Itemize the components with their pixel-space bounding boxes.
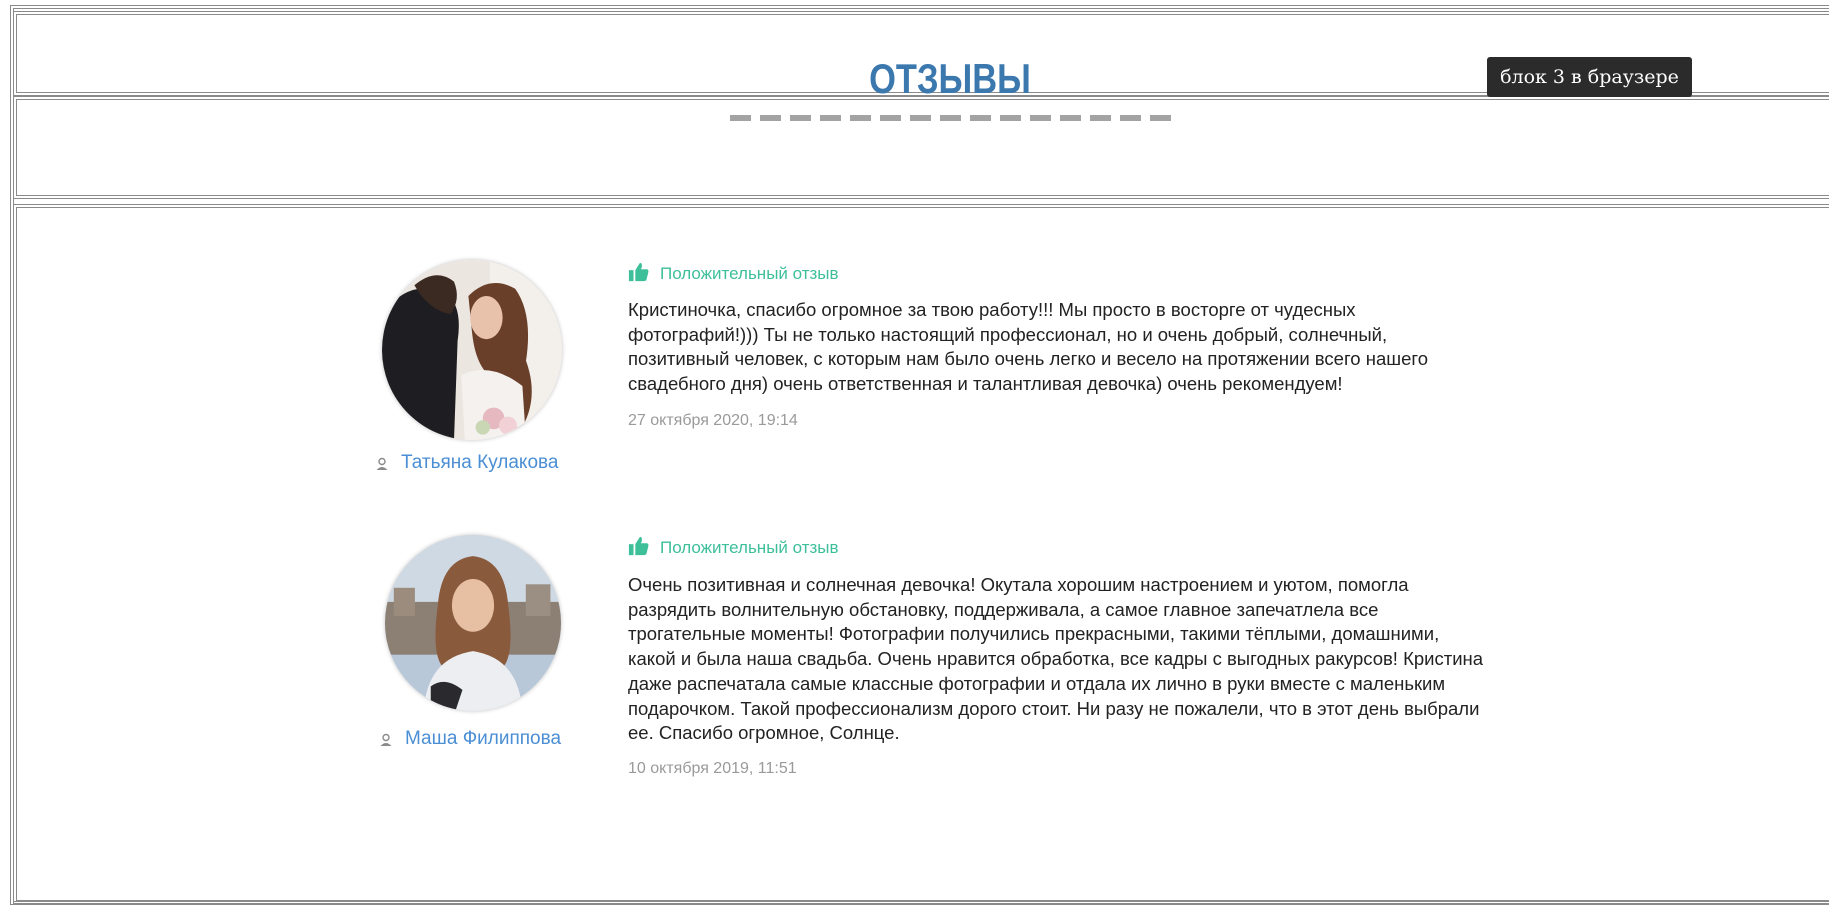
review-text: Очень позитивная и солнечная девочка! Ок… [628,574,1484,744]
review-date: 27 октября 2020, 19:14 [628,412,798,429]
review-date: 10 октября 2019, 11:51 [628,760,797,777]
rating-badge: Положительный отзыв [628,535,839,559]
author-name[interactable]: Маша Филиппова [379,728,561,750]
rating-badge: Положительный отзыв [628,261,839,285]
user-icon [376,457,388,470]
user-icon [380,733,392,746]
review-text: Кристиночка, спасибо огромное за твою ра… [628,299,1428,395]
author-name-text: Маша Филиппова [405,728,562,749]
author-name-text: Татьяна Кулакова [401,452,559,473]
author-name[interactable]: Татьяна Кулакова [375,452,558,474]
block-tooltip: блок 3 в браузере [1487,57,1692,97]
avatar[interactable] [385,535,561,711]
thumbs-up-icon [628,262,649,282]
thumbs-up-icon [628,536,649,556]
subtitle-frame [13,96,1829,199]
rating-label: Положительный отзыв [660,264,839,283]
rating-label: Положительный отзыв [660,538,839,557]
title-divider [730,115,1180,121]
avatar[interactable] [382,260,562,440]
